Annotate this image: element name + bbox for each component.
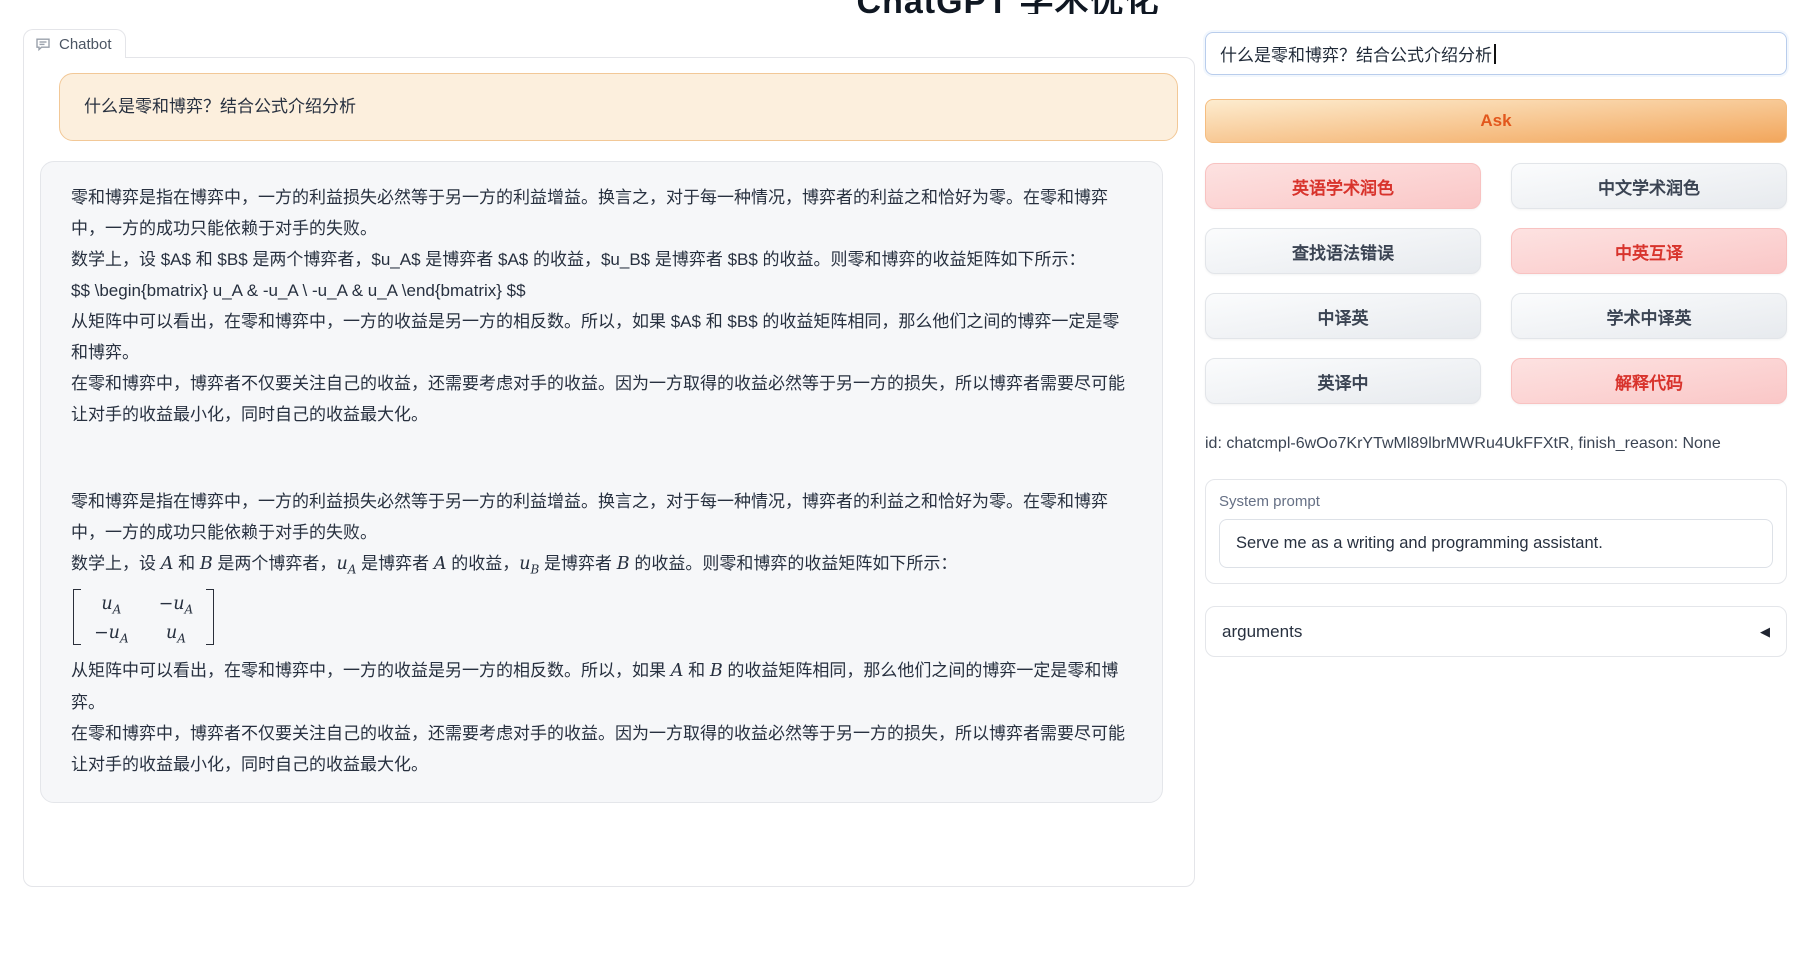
bot-raw-p4: 从矩阵中可以看出，在零和博弈中，一方的收益是另一方的相反数。所以，如果 $A$ … xyxy=(71,306,1132,368)
ask-button[interactable]: Ask xyxy=(1205,99,1787,143)
btn-chinese-academic-polish[interactable]: 中文学术润色 xyxy=(1511,163,1787,209)
bot-rendered-p4: 在零和博弈中，博弈者不仅要关注自己的收益，还需要考虑对手的收益。因为一方取得的收… xyxy=(71,718,1132,780)
math-var: B xyxy=(710,661,723,681)
matrix-left-bracket xyxy=(73,589,81,645)
math-var: uA xyxy=(336,554,356,574)
math-var: A xyxy=(161,554,174,574)
accordion-collapsed-icon: ◀ xyxy=(1760,624,1770,640)
btn-zh-en-mutual-translate[interactable]: 中英互译 xyxy=(1511,228,1787,274)
matrix-cell: uA xyxy=(159,621,194,651)
response-status-text: id: chatcmpl-6wOo7KrYTwMl89lbrMWRu4UkFFX… xyxy=(1205,435,1787,453)
bot-raw-p1: 零和博弈是指在博弈中，一方的利益损失必然等于另一方的利益增益。换言之，对于每一种… xyxy=(71,182,1132,244)
bot-raw-formula: $$ \begin{bmatrix} u_A & -u_A \ -u_A & u… xyxy=(71,275,1132,306)
system-prompt-label: System prompt xyxy=(1219,493,1773,510)
chatbot-label-chip: Chatbot xyxy=(23,29,126,58)
question-input-value: 什么是零和博弈？结合公式介绍分析 xyxy=(1220,41,1492,66)
chatbot-panel[interactable]: 什么是零和博弈？结合公式介绍分析 零和博弈是指在博弈中，一方的利益损失必然等于另… xyxy=(23,57,1195,887)
page-title-text: ChatGPT 学术优化 xyxy=(828,0,1188,14)
matrix-cell: −uA xyxy=(159,592,194,622)
arguments-accordion[interactable]: arguments ◀ xyxy=(1205,606,1787,657)
btn-explain-code[interactable]: 解释代码 xyxy=(1511,358,1787,404)
bot-raw-p2: 数学上，设 $A$ 和 $B$ 是两个博弈者，$u_A$ 是博弈者 $A$ 的收… xyxy=(71,244,1132,275)
arguments-accordion-label: arguments xyxy=(1222,622,1302,642)
bot-rendered-p3: 从矩阵中可以看出，在零和博弈中，一方的收益是另一方的相反数。所以，如果 A 和 … xyxy=(71,655,1132,718)
message-gap xyxy=(71,430,1132,486)
bot-raw-p5: 在零和博弈中，博弈者不仅要关注自己的收益，还需要考虑对手的收益。因为一方取得的收… xyxy=(71,368,1132,430)
system-prompt-group: System prompt Serve me as a writing and … xyxy=(1205,479,1787,584)
math-var: A xyxy=(434,554,447,574)
bot-message-bubble: 零和博弈是指在博弈中，一方的利益损失必然等于另一方的利益增益。换言之，对于每一种… xyxy=(40,161,1163,803)
math-var: B xyxy=(200,554,213,574)
btn-english-academic-polish[interactable]: 英语学术润色 xyxy=(1205,163,1481,209)
page-title: ChatGPT 学术优化 xyxy=(828,0,1188,14)
matrix-cell: −uA xyxy=(94,621,129,651)
payoff-matrix: uA −uA −uA uA xyxy=(73,589,214,645)
chat-bubble-icon xyxy=(35,36,51,52)
bot-rendered-p2: 数学上，设 A 和 B 是两个博弈者，uA 是博弈者 A 的收益，uB 是博弈者… xyxy=(71,548,1132,586)
btn-academic-zh-to-en[interactable]: 学术中译英 xyxy=(1511,293,1787,339)
app-page: ChatGPT 学术优化 Chatbot 什么是零和博弈？结合公式介绍分析 零和… xyxy=(0,0,1814,961)
text-cursor xyxy=(1494,44,1496,64)
math-var: B xyxy=(617,554,630,574)
question-input[interactable]: 什么是零和博弈？结合公式介绍分析 xyxy=(1205,32,1787,75)
math-var: A xyxy=(671,661,684,681)
user-message-text: 什么是零和博弈？结合公式介绍分析 xyxy=(84,97,356,116)
math-var: uB xyxy=(519,554,539,574)
user-message-bubble: 什么是零和博弈？结合公式介绍分析 xyxy=(59,73,1178,141)
control-column: 什么是零和博弈？结合公式介绍分析 Ask 英语学术润色 中文学术润色 查找语法错… xyxy=(1205,32,1787,657)
function-button-grid: 英语学术润色 中文学术润色 查找语法错误 中英互译 中译英 学术中译英 英译中 … xyxy=(1205,163,1787,404)
bot-rendered-p1: 零和博弈是指在博弈中，一方的利益损失必然等于另一方的利益增益。换言之，对于每一种… xyxy=(71,486,1132,548)
chatbot-column: Chatbot 什么是零和博弈？结合公式介绍分析 零和博弈是指在博弈中，一方的利… xyxy=(23,29,1195,887)
chatbot-label: Chatbot xyxy=(59,36,112,53)
btn-en-to-zh[interactable]: 英译中 xyxy=(1205,358,1481,404)
btn-find-grammar-errors[interactable]: 查找语法错误 xyxy=(1205,228,1481,274)
matrix-right-bracket xyxy=(206,589,214,645)
matrix-cell: uA xyxy=(94,592,129,622)
system-prompt-input[interactable]: Serve me as a writing and programming as… xyxy=(1219,519,1773,568)
btn-zh-to-en[interactable]: 中译英 xyxy=(1205,293,1481,339)
